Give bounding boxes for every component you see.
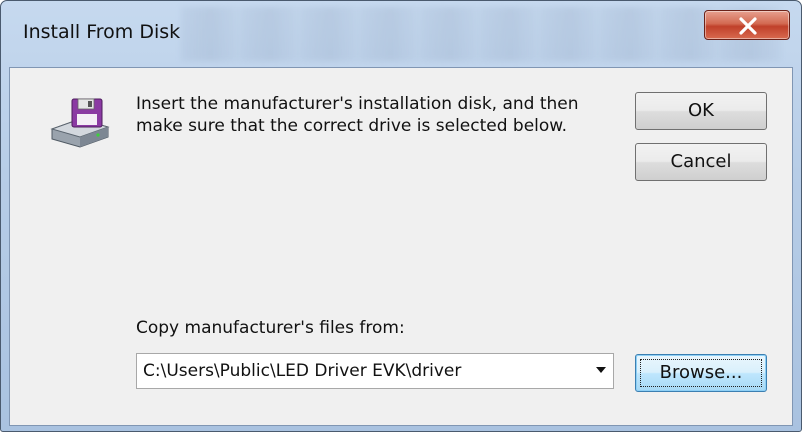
titlebar-glass	[181, 7, 781, 61]
title-bar[interactable]: Install From Disk	[1, 1, 801, 67]
close-icon	[739, 17, 757, 35]
ok-button[interactable]: OK	[635, 92, 767, 130]
cancel-button[interactable]: Cancel	[635, 143, 767, 181]
browse-button[interactable]: Browse...	[635, 354, 767, 392]
instruction-text: Insert the manufacturer's installation d…	[136, 94, 579, 136]
install-from-disk-dialog: Install From Disk Insert the manufacture…	[0, 0, 802, 432]
window-title: Install From Disk	[23, 21, 181, 43]
browse-button-label: Browse...	[659, 362, 743, 383]
dialog-body: Insert the manufacturer's installation d…	[9, 67, 793, 426]
copy-from-combobox[interactable]	[136, 353, 614, 389]
copy-from-path-input[interactable]	[143, 354, 573, 388]
ok-button-label: OK	[688, 100, 714, 121]
copy-from-label: Copy manufacturer's files from:	[136, 318, 405, 338]
cancel-button-label: Cancel	[670, 151, 732, 172]
close-button[interactable]	[704, 10, 790, 40]
chevron-down-icon[interactable]	[595, 366, 607, 374]
floppy-disk-drive-icon	[50, 98, 110, 148]
